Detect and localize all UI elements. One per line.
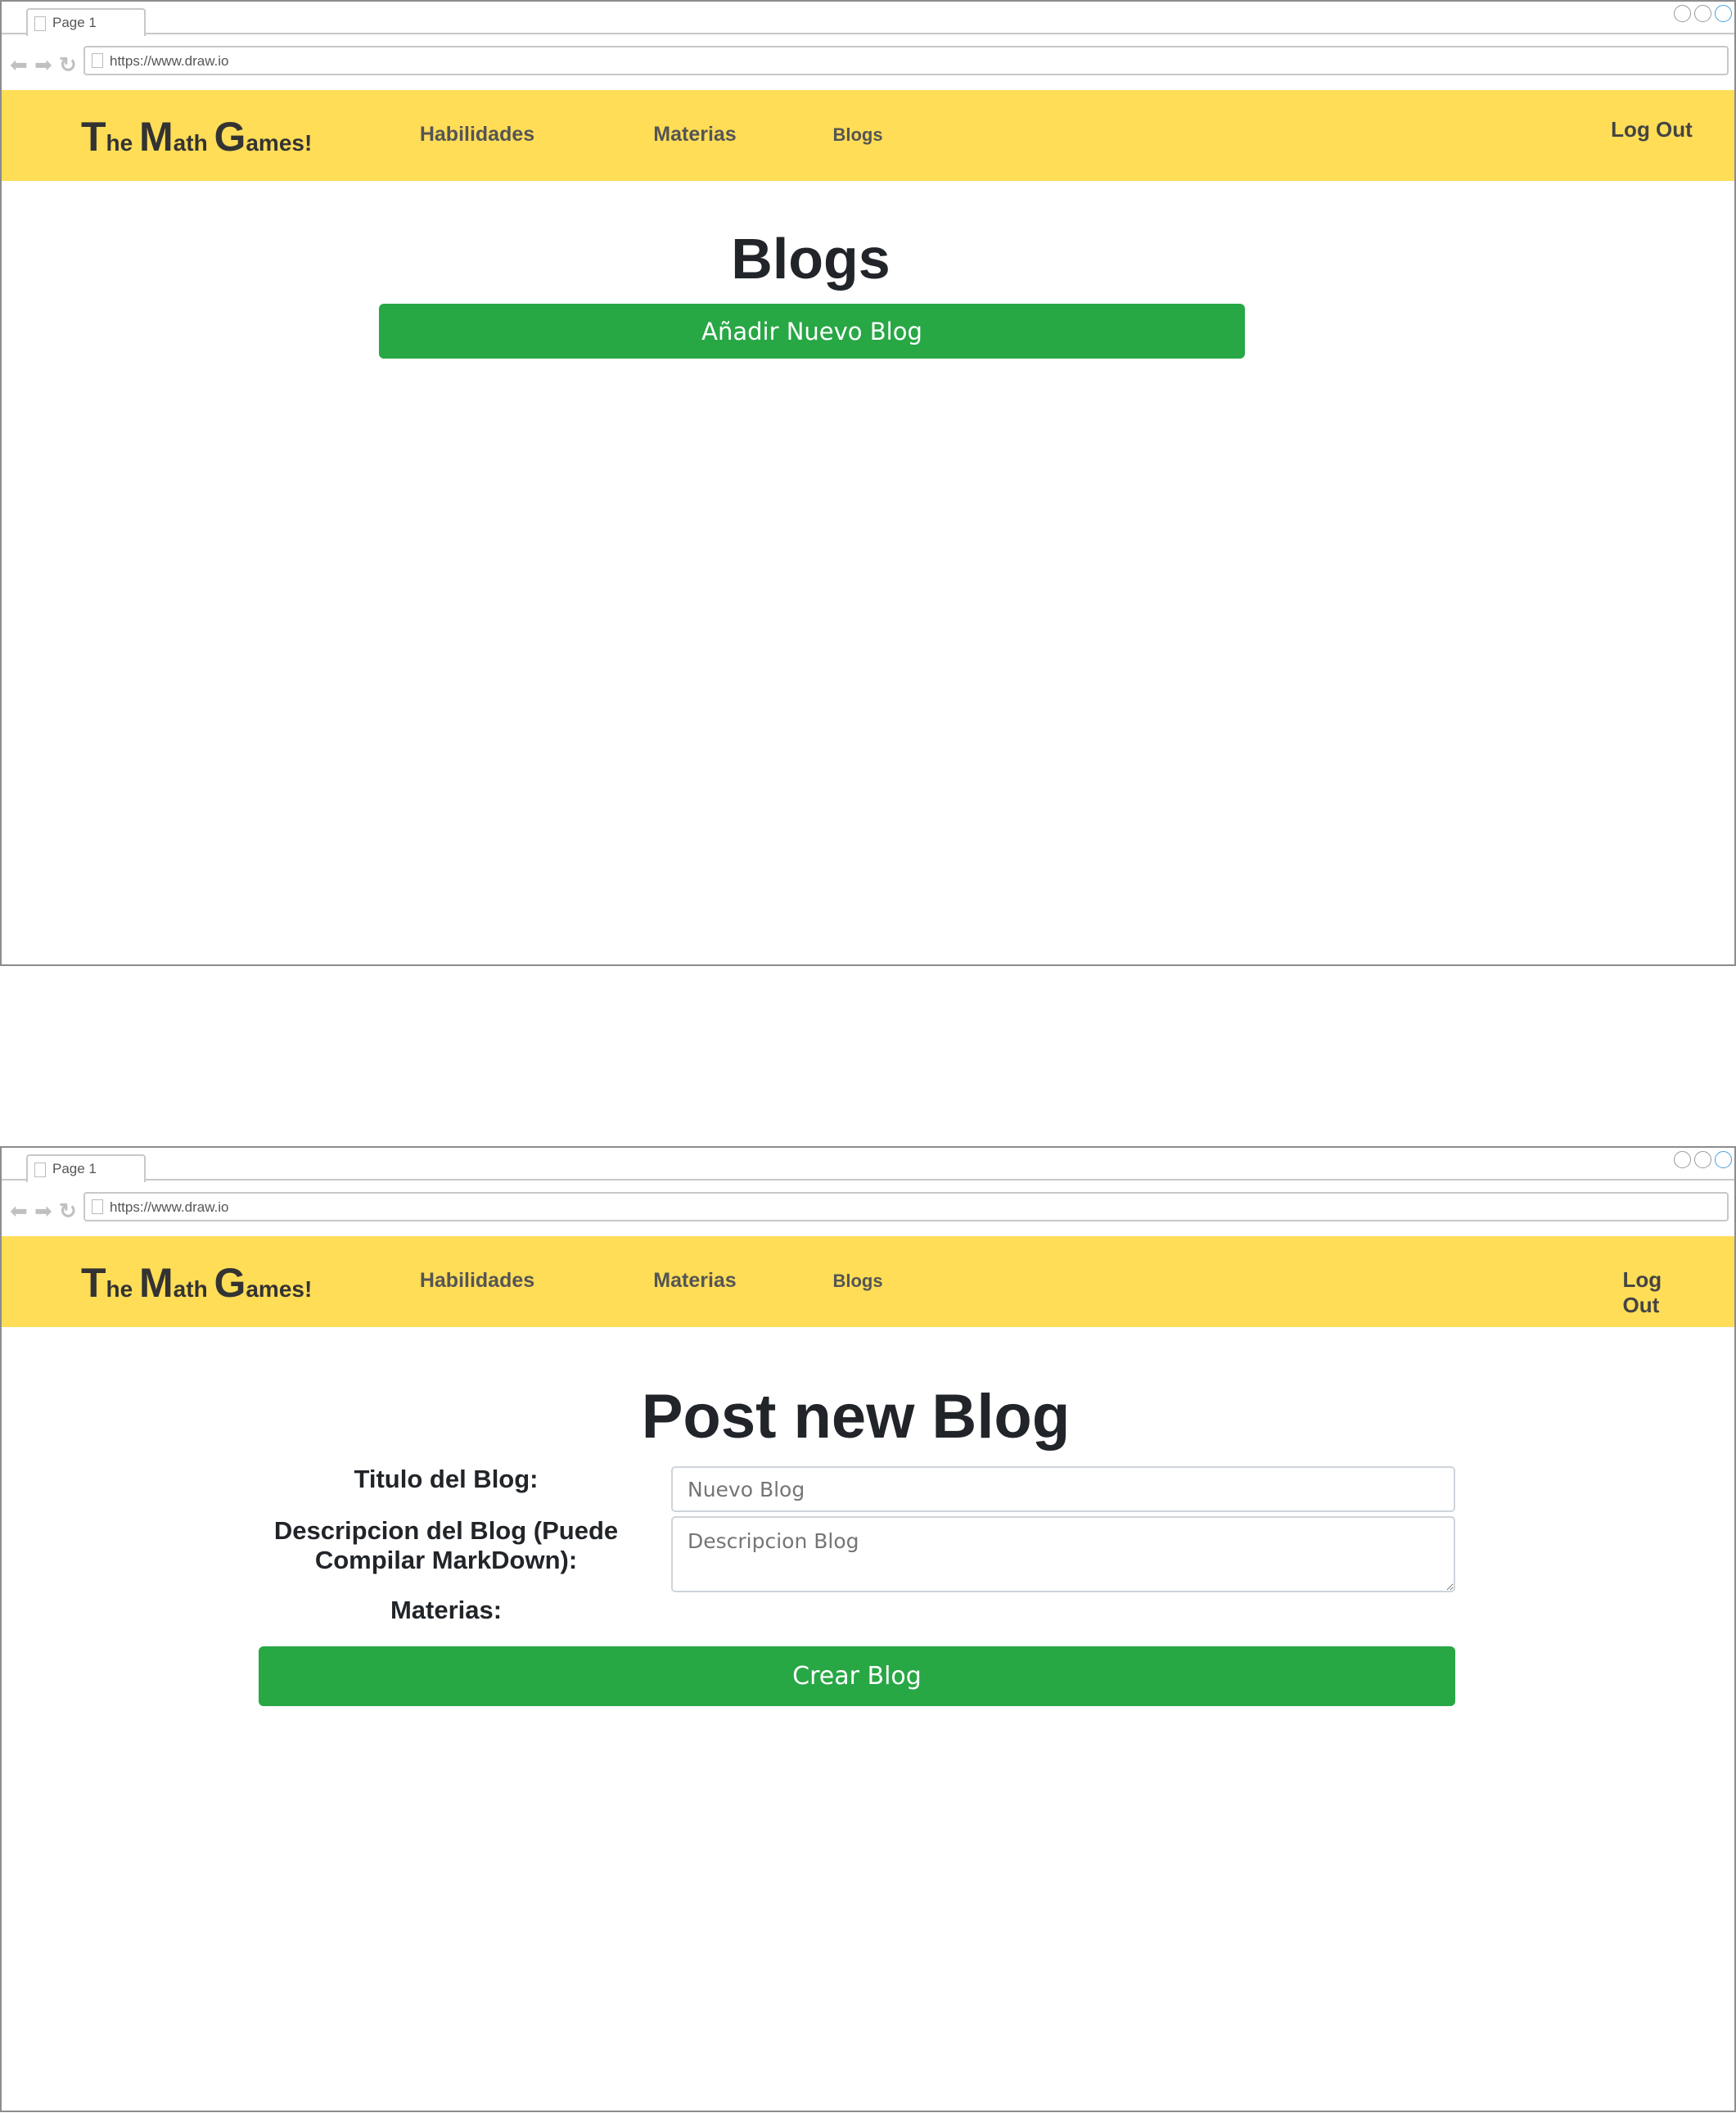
tab-bar: Page 1 <box>2 2 1734 36</box>
logo-text: he <box>106 130 140 156</box>
nav-materias[interactable]: Materias <box>653 1269 736 1293</box>
logo-letter: T <box>81 114 106 160</box>
logo[interactable]: The Math Games! <box>81 1259 312 1307</box>
browser-tab[interactable]: Page 1 <box>26 8 146 36</box>
minimize-icon[interactable] <box>1674 1151 1691 1168</box>
nav-habilidades[interactable]: Habilidades <box>420 1269 534 1293</box>
close-icon[interactable] <box>1715 5 1732 22</box>
logo-letter: M <box>139 1260 174 1306</box>
page-icon <box>92 53 103 68</box>
create-blog-button[interactable]: Crear Blog <box>259 1646 1455 1706</box>
address-row: ⬅ ➡ ↻ https://www.draw.io <box>2 1182 1734 1236</box>
page-icon <box>34 1163 46 1177</box>
nav-materias[interactable]: Materias <box>653 123 736 147</box>
url-bar[interactable]: https://www.draw.io <box>83 46 1729 75</box>
logout-link[interactable]: Log Out <box>1611 117 1693 142</box>
blog-description-textarea[interactable] <box>671 1516 1455 1592</box>
materias-label: Materias: <box>390 1596 503 1624</box>
logout-link[interactable]: Log Out <box>1623 1267 1698 1318</box>
forward-icon[interactable]: ➡ <box>34 54 52 75</box>
browser-window-post-blog: Page 1 ⬅ ➡ ↻ https://www.draw.io The Mat… <box>0 1146 1736 2112</box>
close-icon[interactable] <box>1715 1151 1732 1168</box>
address-row: ⬅ ➡ ↻ https://www.draw.io <box>2 36 1734 90</box>
nav-habilidades[interactable]: Habilidades <box>420 123 534 147</box>
url-text: https://www.draw.io <box>110 1199 229 1215</box>
back-icon[interactable]: ⬅ <box>10 1200 28 1221</box>
tab-bar: Page 1 <box>2 1148 1734 1182</box>
navbar: The Math Games! Habilidades Materias Blo… <box>2 90 1734 181</box>
logo-text: ames! <box>246 1276 313 1302</box>
logo-text: ames! <box>246 130 313 156</box>
description-label-line: Descripcion del Blog (Puede <box>273 1516 619 1545</box>
logo-letter: G <box>214 114 246 160</box>
title-label: Titulo del Blog: <box>354 1465 539 1493</box>
page-icon <box>92 1199 103 1214</box>
logo-text: ath <box>173 130 214 156</box>
reload-icon[interactable]: ↻ <box>59 1200 77 1221</box>
browser-window-blogs: Page 1 ⬅ ➡ ↻ https://www.draw.io The Mat… <box>0 0 1736 966</box>
maximize-icon[interactable] <box>1694 1151 1711 1168</box>
url-bar[interactable]: https://www.draw.io <box>83 1192 1729 1221</box>
page-title: Blogs <box>731 227 891 291</box>
maximize-icon[interactable] <box>1694 5 1711 22</box>
logo-letter: M <box>139 114 174 160</box>
add-blog-button[interactable]: Añadir Nuevo Blog <box>379 304 1245 359</box>
tab-label: Page 1 <box>52 1161 97 1176</box>
logo-letter: T <box>81 1260 106 1306</box>
logo[interactable]: The Math Games! <box>81 113 312 160</box>
tab-label: Page 1 <box>52 15 97 30</box>
browser-tab[interactable]: Page 1 <box>26 1154 146 1182</box>
nav-blogs[interactable]: Blogs <box>832 1271 882 1292</box>
reload-icon[interactable]: ↻ <box>59 54 77 75</box>
logo-letter: G <box>214 1260 246 1306</box>
nav-blogs[interactable]: Blogs <box>832 124 882 146</box>
description-label-line: Compilar MarkDown): <box>314 1546 578 1574</box>
logo-text: he <box>106 1276 140 1302</box>
url-text: https://www.draw.io <box>110 53 229 69</box>
page-title: Post new Blog <box>641 1382 1071 1452</box>
navbar: The Math Games! Habilidades Materias Blo… <box>2 1236 1734 1327</box>
description-label: Descripcion del Blog (Puede Compilar Mark… <box>274 1516 618 1575</box>
back-icon[interactable]: ⬅ <box>10 54 28 75</box>
forward-icon[interactable]: ➡ <box>34 1200 52 1221</box>
logo-text: ath <box>173 1276 214 1302</box>
minimize-icon[interactable] <box>1674 5 1691 22</box>
blog-title-input[interactable] <box>671 1466 1455 1512</box>
page-icon <box>34 16 46 31</box>
